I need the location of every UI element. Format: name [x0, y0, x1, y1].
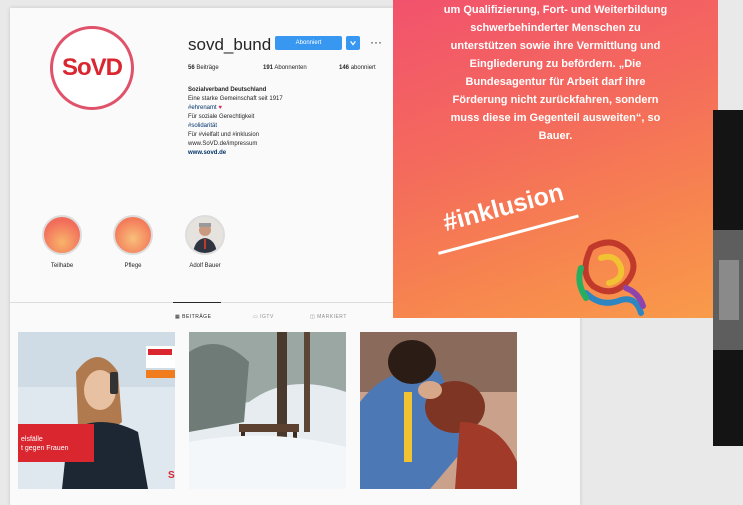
chevron-down-icon	[350, 41, 356, 46]
bio-hashtag-ehrenamt[interactable]: #ehrenamt ♥	[188, 104, 222, 112]
tab-igtv[interactable]: ▭ IGTV	[253, 314, 274, 320]
highlight-teilhabe[interactable]: Teilhabe	[40, 215, 84, 269]
suggestions-dropdown-button[interactable]	[346, 36, 360, 50]
highlight-adolf-bauer[interactable]: Adolf Bauer	[183, 215, 227, 269]
bio-website-link[interactable]: www.sovd.de	[188, 149, 226, 157]
story-text-line: schwerbehinderter Menschen zu	[470, 22, 641, 34]
tab-label: MARKIERT	[317, 314, 347, 320]
post-caption-line: elsfälle	[21, 436, 43, 443]
bio-line: Für #vielfalt und #inklusion	[188, 132, 260, 138]
following-count-stat[interactable]: 146 abonniert	[339, 65, 376, 71]
active-tab-indicator	[173, 302, 221, 303]
bio-line: www.SoVD.de/impressum	[188, 141, 258, 147]
story-hashtag: #inklusion	[440, 177, 567, 238]
posts-count-stat: 56 Beiträge	[188, 65, 219, 71]
tab-label: BEITRÄGE	[182, 314, 212, 320]
svg-text:S: S	[168, 470, 175, 481]
followers-count-stat[interactable]: 191 Abonnenten	[263, 65, 307, 71]
puzzle-figures-graphic	[576, 239, 646, 316]
highlight-cover	[185, 215, 225, 255]
story-text-line: Eingliederung zu befördern. „Die	[469, 58, 642, 70]
bio-name: Sozialverband Deutschland	[188, 87, 267, 93]
person-photo-icon	[193, 223, 217, 253]
story-text-line: Förderung nicht zurückfahren, sondern	[452, 94, 659, 106]
highlight-label: Pflege	[124, 263, 142, 269]
heart-icon: ♥	[218, 105, 222, 111]
distressed-couple-photo	[360, 332, 517, 489]
post-caption-line: t gegen Frauen	[21, 445, 69, 452]
sovd-logo: SoVD	[61, 54, 123, 81]
story-card: um Qualifizierung, Fort- und Weiterbildu…	[393, 0, 718, 318]
follow-button[interactable]: Abonniert	[275, 36, 342, 50]
posts-count: 56	[188, 65, 195, 71]
followers-label: Abonnenten	[274, 65, 307, 71]
story-text-line: unterstützen sowie ihre Vermittlung und	[450, 40, 661, 52]
partial-dark-photo	[713, 110, 743, 446]
post-thumbnail[interactable]	[189, 332, 346, 489]
profile-username: sovd_bund	[188, 35, 272, 54]
more-options-icon[interactable]: ···	[370, 35, 382, 49]
tab-label: IGTV	[260, 314, 274, 320]
following-count: 146	[339, 65, 350, 71]
bio-hashtag-text: #ehrenamt	[188, 105, 217, 111]
followers-count: 191	[263, 65, 274, 71]
highlight-pflege[interactable]: Pflege	[111, 215, 155, 269]
story-text-line: Bundesagentur für Arbeit darf ihre	[465, 76, 646, 88]
highlight-cover	[113, 215, 153, 255]
post-caption: elsfälle t gegen Frauen	[21, 435, 68, 453]
post-thumbnail[interactable]	[360, 332, 517, 489]
bio-line: Für soziale Gerechtigkeit	[188, 114, 255, 120]
highlight-cover	[42, 215, 82, 255]
woman-phone-photo: S	[18, 332, 175, 489]
highlight-label: Adolf Bauer	[189, 263, 221, 269]
story-text-line: muss diese im Gegenteil ausweiten“, so	[450, 112, 661, 124]
story-text-line: Bauer.	[538, 130, 573, 142]
snowy-bench-photo	[189, 332, 346, 489]
tab-markiert[interactable]: ◫ MARKIERT	[310, 314, 347, 320]
bio-line: Eine starke Gemeinschaft seit 1917	[188, 96, 283, 102]
post-thumbnail[interactable]: S elsfälle t gegen Frauen	[18, 332, 175, 489]
story-text-line: um Qualifizierung, Fort- und Weiterbildu…	[443, 4, 668, 16]
highlight-label: Teilhabe	[50, 263, 74, 269]
following-label: abonniert	[350, 65, 376, 71]
profile-avatar[interactable]: SoVD	[50, 26, 134, 110]
posts-label: Beiträge	[196, 65, 219, 71]
blurred-photo	[713, 110, 743, 446]
tab-beitraege[interactable]: ▦ BEITRÄGE	[175, 314, 211, 320]
bio-hashtag-solidaritaet[interactable]: #solidarität	[188, 122, 217, 130]
